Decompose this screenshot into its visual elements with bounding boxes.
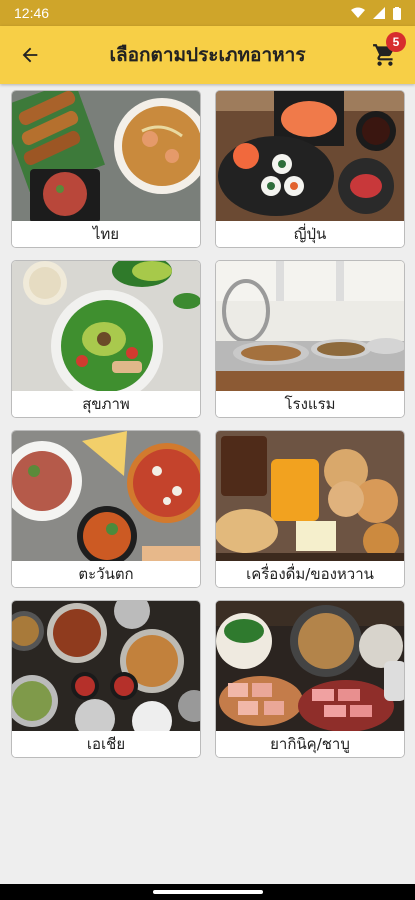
category-image-western (12, 431, 200, 561)
category-label: เอเชีย (12, 731, 200, 757)
wifi-icon (351, 7, 365, 18)
category-image-healthy (12, 261, 200, 391)
category-image-yakiniku-shabu (216, 601, 404, 731)
status-icons (351, 6, 401, 20)
battery-icon (393, 6, 401, 20)
category-card-asian[interactable]: เอเชีย (11, 600, 201, 758)
home-handle[interactable] (152, 890, 263, 894)
category-grid: ไทย ญี่ปุ่น สุขภาพ โรงแรม ตะวันตก เครื่อ… (11, 90, 405, 758)
category-label: เครื่องดื่ม/ของหวาน (216, 561, 404, 587)
back-button[interactable] (0, 26, 60, 84)
category-card-healthy[interactable]: สุขภาพ (11, 260, 201, 418)
cart-button[interactable]: 5 (355, 26, 415, 84)
category-card-hotel[interactable]: โรงแรม (215, 260, 405, 418)
category-card-japanese[interactable]: ญี่ปุ่น (215, 90, 405, 248)
category-image-hotel (216, 261, 404, 391)
category-card-yakiniku-shabu[interactable]: ยากินิคุ/ชาบู (215, 600, 405, 758)
signal-icon (373, 7, 385, 19)
category-card-western[interactable]: ตะวันตก (11, 430, 201, 588)
category-image-thai (12, 91, 200, 221)
category-image-asian (12, 601, 200, 731)
category-image-drinks-desserts (216, 431, 404, 561)
app-bar: เลือกตามประเภทอาหาร 5 (0, 26, 415, 84)
page-title: เลือกตามประเภทอาหาร (109, 44, 306, 66)
category-label: ไทย (12, 221, 200, 247)
category-label: โรงแรม (216, 391, 404, 417)
status-time: 12:46 (14, 5, 50, 21)
arrow-left-icon (22, 47, 38, 63)
category-label: ญี่ปุ่น (216, 221, 404, 247)
category-image-japanese (216, 91, 404, 221)
cart-badge: 5 (386, 32, 406, 52)
category-label: ยากินิคุ/ชาบู (216, 731, 404, 757)
category-label: สุขภาพ (12, 391, 200, 417)
category-card-drinks-desserts[interactable]: เครื่องดื่ม/ของหวาน (215, 430, 405, 588)
status-bar: 12:46 (0, 0, 415, 26)
system-nav-bar (0, 884, 415, 900)
category-card-thai[interactable]: ไทย (11, 90, 201, 248)
category-label: ตะวันตก (12, 561, 200, 587)
